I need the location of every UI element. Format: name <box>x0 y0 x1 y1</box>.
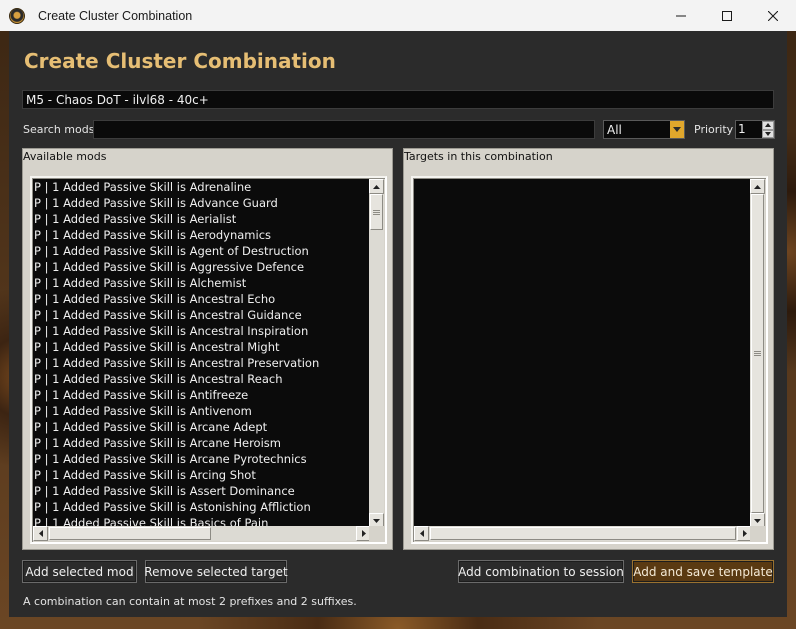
list-item[interactable]: P | 1 Added Passive Skill is Ancestral R… <box>33 371 371 387</box>
scroll-corner <box>750 526 765 541</box>
arrow-down-icon <box>754 518 761 523</box>
list-item[interactable]: P | 1 Added Passive Skill is Antifreeze <box>33 387 371 403</box>
arrow-down-icon <box>373 518 380 523</box>
available-mods-hscrollbar[interactable] <box>33 526 371 541</box>
filter-select[interactable]: All <box>603 120 685 139</box>
list-item[interactable]: P | 1 Added Passive Skill is Antivenom <box>33 403 371 419</box>
priority-stepper[interactable]: 1 <box>735 120 775 139</box>
list-item[interactable]: P | 1 Added Passive Skill is Aerialist <box>33 211 371 227</box>
list-item[interactable]: P | 1 Added Passive Skill is Arcane Hero… <box>33 435 371 451</box>
remove-selected-target-button[interactable]: Remove selected target <box>144 560 288 583</box>
maximize-button[interactable] <box>704 0 750 31</box>
targets-panel: Targets in this combination <box>403 148 774 550</box>
scrollbar-thumb-horizontal[interactable] <box>49 527 211 540</box>
available-mods-title: Available mods <box>23 150 107 163</box>
scrollbar-thumb-horizontal[interactable] <box>430 527 736 540</box>
list-item[interactable]: P | 1 Added Passive Skill is Assert Domi… <box>33 483 371 499</box>
priority-value[interactable]: 1 <box>736 121 762 138</box>
list-item[interactable]: P | 1 Added Passive Skill is Ancestral I… <box>33 323 371 339</box>
arrow-right-icon <box>742 530 747 537</box>
window-title: Create Cluster Combination <box>38 8 193 23</box>
dialog: Create Cluster Combination Search mods A… <box>9 31 787 617</box>
targets-listbox[interactable] <box>411 176 768 544</box>
minimize-button[interactable] <box>658 0 704 31</box>
list-item[interactable]: P | 1 Added Passive Skill is Astonishing… <box>33 499 371 515</box>
app-logo-icon <box>9 7 25 24</box>
available-mods-listbox[interactable]: P | 1 Added Passive Skill is Adrenaline P… <box>30 176 387 544</box>
scroll-up-button[interactable] <box>750 179 765 194</box>
arrow-left-icon <box>38 530 43 537</box>
close-icon <box>768 10 778 21</box>
add-selected-mod-button[interactable]: Add selected mod <box>22 560 137 583</box>
scroll-up-button[interactable] <box>369 179 384 194</box>
search-label: Search mods <box>23 123 95 136</box>
close-button[interactable] <box>750 0 796 31</box>
targets-hscrollbar[interactable] <box>414 526 752 541</box>
list-item[interactable]: P | 1 Added Passive Skill is Alchemist <box>33 275 371 291</box>
priority-label: Priority <box>694 123 734 136</box>
list-item[interactable]: P | 1 Added Passive Skill is Ancestral P… <box>33 355 371 371</box>
chevron-down-icon[interactable] <box>670 121 684 138</box>
list-item[interactable]: P | 1 Added Passive Skill is Advance Gua… <box>33 195 371 211</box>
scrollbar-thumb[interactable] <box>751 194 764 513</box>
targets-list[interactable] <box>414 179 752 528</box>
window-titlebar: Create Cluster Combination <box>0 0 796 31</box>
list-item[interactable]: P | 1 Added Passive Skill is Agent of De… <box>33 243 371 259</box>
filter-value: All <box>607 122 622 137</box>
list-item[interactable]: P | 1 Added Passive Skill is Aerodynamic… <box>33 227 371 243</box>
available-mods-vscrollbar[interactable] <box>369 179 384 528</box>
list-item[interactable]: P | 1 Added Passive Skill is Arcane Pyro… <box>33 451 371 467</box>
arrow-up-icon <box>754 184 761 189</box>
maximize-icon <box>722 10 732 21</box>
add-and-save-template-button[interactable]: Add and save template <box>632 560 774 583</box>
list-item[interactable]: P | 1 Added Passive Skill is Ancestral G… <box>33 307 371 323</box>
list-item[interactable]: P | 1 Added Passive Skill is Adrenaline <box>33 179 371 195</box>
scrollbar-thumb[interactable] <box>370 194 383 230</box>
available-mods-list[interactable]: P | 1 Added Passive Skill is Adrenaline P… <box>33 179 371 528</box>
list-item[interactable]: P | 1 Added Passive Skill is Ancestral M… <box>33 339 371 355</box>
scroll-left-button[interactable] <box>33 526 48 541</box>
priority-up-button[interactable] <box>762 121 774 130</box>
arrow-left-icon <box>419 530 424 537</box>
available-mods-panel: Available mods P | 1 Added Passive Skill… <box>22 148 393 550</box>
dialog-heading: Create Cluster Combination <box>24 49 336 73</box>
combination-limit-note: A combination can contain at most 2 pref… <box>23 595 357 608</box>
list-item[interactable]: P | 1 Added Passive Skill is Arcing Shot <box>33 467 371 483</box>
combination-name-input[interactable] <box>22 90 774 109</box>
arrow-up-icon <box>765 123 771 128</box>
priority-down-button[interactable] <box>762 129 774 138</box>
list-item[interactable]: P | 1 Added Passive Skill is Arcane Adep… <box>33 419 371 435</box>
scroll-corner <box>369 526 384 541</box>
targets-title: Targets in this combination <box>404 150 553 163</box>
list-item[interactable]: P | 1 Added Passive Skill is Aggressive … <box>33 259 371 275</box>
arrow-down-icon <box>765 131 771 136</box>
add-combination-to-session-button[interactable]: Add combination to session <box>458 560 624 583</box>
list-item[interactable]: P | 1 Added Passive Skill is Ancestral E… <box>33 291 371 307</box>
scroll-left-button[interactable] <box>414 526 429 541</box>
arrow-up-icon <box>373 184 380 189</box>
targets-vscrollbar[interactable] <box>750 179 765 528</box>
arrow-right-icon <box>361 530 366 537</box>
minimize-icon <box>676 15 686 16</box>
search-input[interactable] <box>93 120 595 139</box>
